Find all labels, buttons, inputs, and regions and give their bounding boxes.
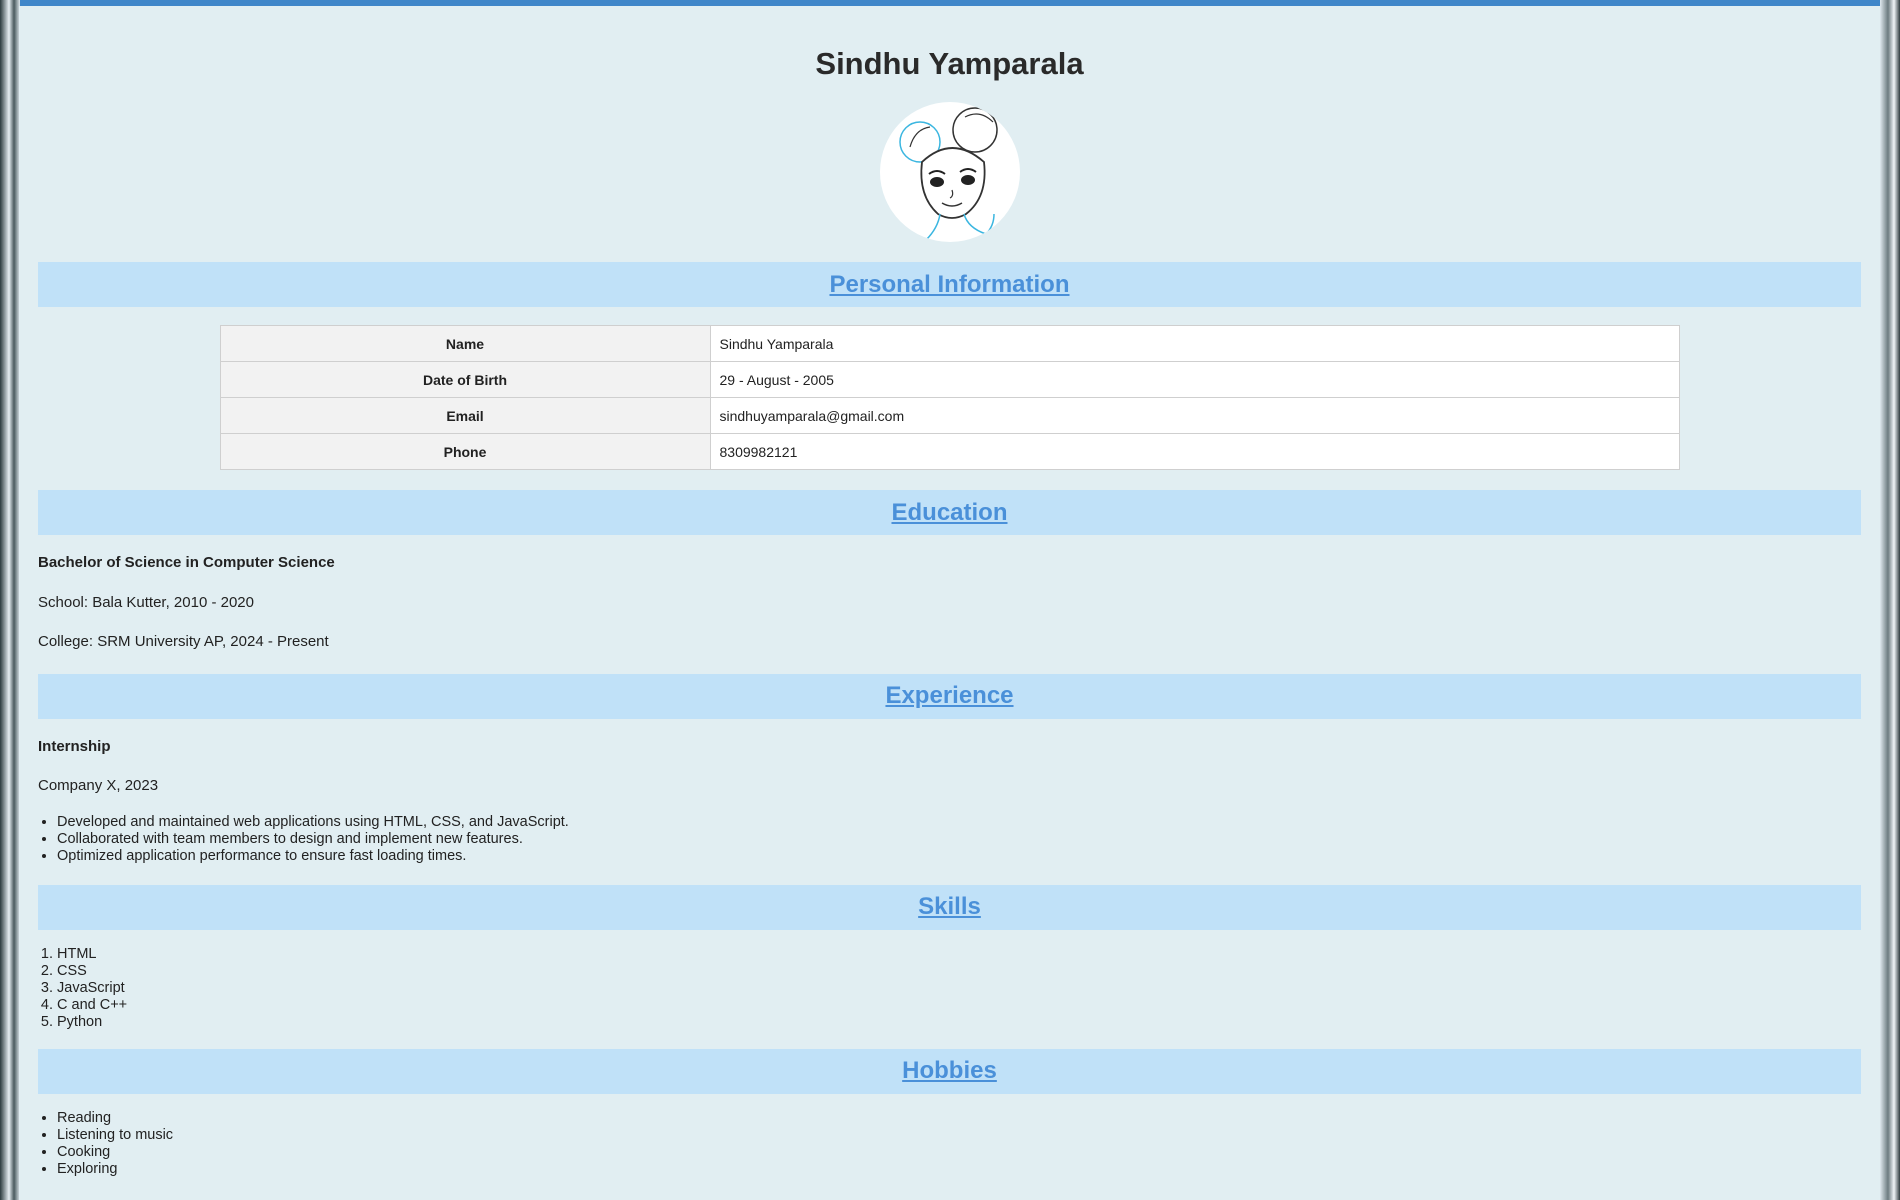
section-header-education: Education xyxy=(38,490,1861,536)
personal-information-link[interactable]: Personal Information xyxy=(829,271,1069,299)
list-item: JavaScript xyxy=(57,980,1861,997)
phone-label: Phone xyxy=(219,433,711,471)
experience-block: Internship Company X, 2023 Developed and… xyxy=(38,737,1861,865)
list-item: C and C++ xyxy=(57,997,1861,1014)
avatar xyxy=(879,102,1020,243)
list-item: Collaborated with team members to design… xyxy=(57,831,1861,848)
section-header-experience: Experience xyxy=(38,673,1861,719)
list-item: Reading xyxy=(57,1110,1861,1127)
skills-list: HTML CSS JavaScript C and C++ Python xyxy=(38,946,1861,1031)
education-block: Bachelor of Science in Computer Science … xyxy=(38,553,1861,652)
skills-link[interactable]: Skills xyxy=(918,893,981,921)
list-item: HTML xyxy=(57,946,1861,963)
section-header-skills: Skills xyxy=(38,884,1861,930)
education-link[interactable]: Education xyxy=(891,499,1007,527)
section-header-hobbies: Hobbies xyxy=(38,1048,1861,1094)
section-header-personal-information: Personal Information xyxy=(38,262,1861,308)
list-item: Python xyxy=(57,1014,1861,1031)
table-row: Phone 8309982121 xyxy=(219,433,1680,471)
phone-value: 8309982121 xyxy=(709,433,1680,471)
background-snow-tree-right xyxy=(1880,0,1900,1200)
list-item: Exploring xyxy=(57,1161,1861,1178)
list-item: Developed and maintained web application… xyxy=(57,814,1861,831)
hobbies-link[interactable]: Hobbies xyxy=(902,1057,997,1085)
dob-label: Date of Birth xyxy=(219,361,711,399)
table-row: Email sindhuyamparala@gmail.com xyxy=(219,397,1680,435)
table-row: Name Sindhu Yamparala xyxy=(219,325,1680,363)
avatar-illustration-icon xyxy=(898,107,998,241)
experience-company: Company X, 2023 xyxy=(38,777,159,795)
email-label: Email xyxy=(219,397,711,435)
hobbies-list: Reading Listening to music Cooking Explo… xyxy=(38,1110,1861,1178)
resume-page: Sindhu Yamparala Personal Information Na… xyxy=(19,6,1880,1200)
experience-link[interactable]: Experience xyxy=(885,682,1013,710)
degree-text: Bachelor of Science in Computer Science xyxy=(38,554,335,572)
list-item: CSS xyxy=(57,963,1861,980)
page-title: Sindhu Yamparala xyxy=(815,46,1084,81)
experience-points-list: Developed and maintained web application… xyxy=(38,814,1861,865)
personal-info-table: Name Sindhu Yamparala Date of Birth 29 -… xyxy=(219,325,1680,471)
email-value: sindhuyamparala@gmail.com xyxy=(709,397,1680,435)
list-item: Optimized application performance to ens… xyxy=(57,848,1861,865)
name-label: Name xyxy=(219,325,711,363)
experience-title: Internship xyxy=(38,737,111,755)
list-item: Cooking xyxy=(57,1144,1861,1161)
name-value: Sindhu Yamparala xyxy=(709,325,1680,363)
school-text: School: Bala Kutter, 2010 - 2020 xyxy=(38,593,254,611)
college-text: College: SRM University AP, 2024 - Prese… xyxy=(38,633,329,651)
list-item: Listening to music xyxy=(57,1127,1861,1144)
dob-value: 29 - August - 2005 xyxy=(709,361,1680,399)
background-snow-tree-left xyxy=(0,0,20,1200)
table-row: Date of Birth 29 - August - 2005 xyxy=(219,361,1680,399)
